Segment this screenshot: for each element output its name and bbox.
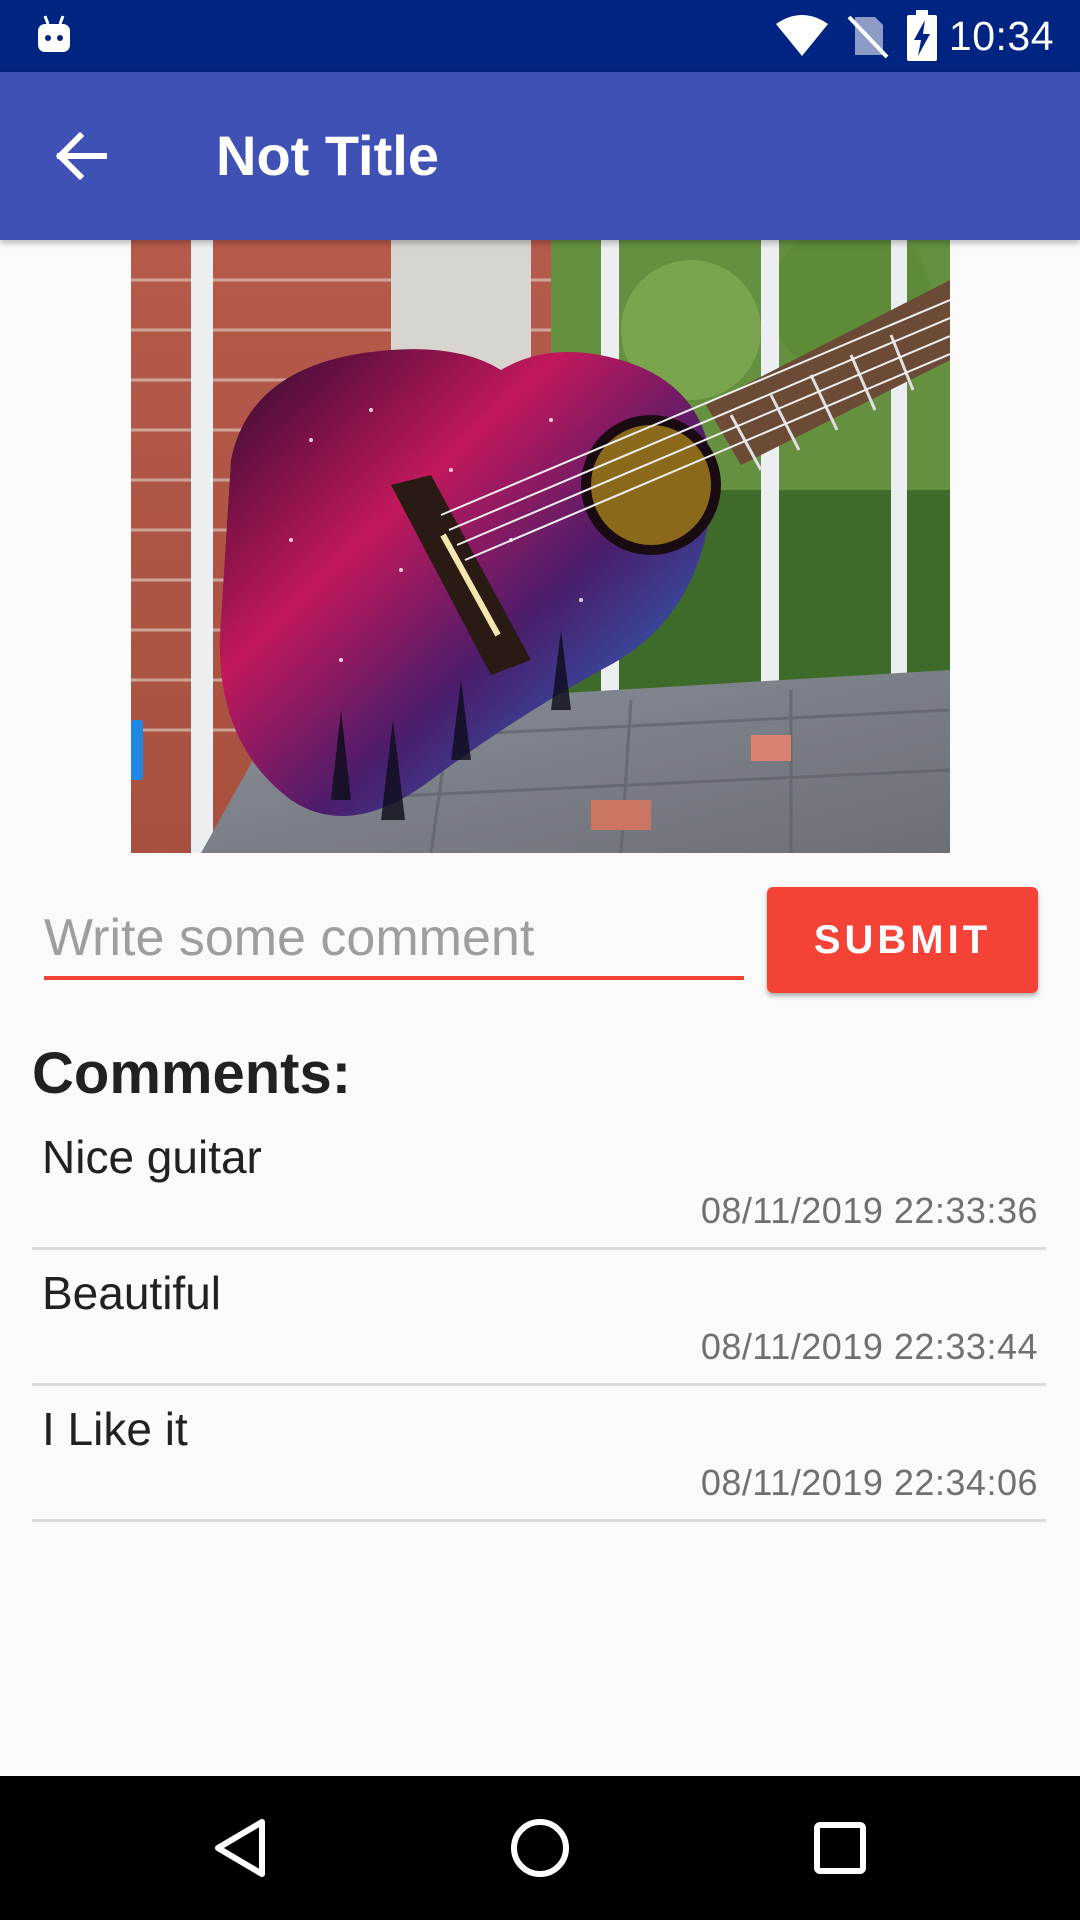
android-debug-icon — [38, 15, 70, 52]
submit-button[interactable]: SUBMIT — [767, 887, 1038, 993]
nav-back-button[interactable] — [190, 1798, 290, 1898]
post-image — [131, 240, 950, 853]
no-sim-icon — [847, 15, 889, 59]
comment-list-item: I Like it 08/11/2019 22:34:06 — [32, 1386, 1046, 1522]
arrow-back-icon — [56, 132, 107, 180]
comment-timestamp: 08/11/2019 22:34:06 — [700, 1462, 1038, 1503]
battery-charging-icon — [906, 10, 937, 61]
back-triangle-icon — [215, 1819, 265, 1877]
status-clock: 10:34 — [948, 12, 1054, 59]
app-toolbar: Not Title — [0, 72, 1080, 240]
back-button[interactable] — [28, 102, 136, 210]
comment-timestamp: 08/11/2019 22:33:36 — [700, 1190, 1038, 1231]
comment-list: Nice guitar 08/11/2019 22:33:36 Beautifu… — [32, 1114, 1046, 1522]
page-title: Not Title — [216, 124, 439, 187]
comment-list-item: Beautiful 08/11/2019 22:33:44 — [32, 1250, 1046, 1386]
comment-input[interactable] — [44, 900, 744, 980]
wifi-icon — [775, 15, 828, 56]
comment-timestamp: 08/11/2019 22:33:44 — [700, 1326, 1038, 1367]
status-bar: 10:34 — [0, 0, 1080, 72]
comment-text: Beautiful — [42, 1267, 222, 1319]
nav-home-button[interactable] — [490, 1798, 590, 1898]
comment-text: I Like it — [42, 1403, 188, 1455]
comments-heading: Comments: — [32, 1041, 352, 1106]
nav-recents-button[interactable] — [790, 1798, 890, 1898]
home-circle-icon — [511, 1819, 569, 1877]
system-nav-bar — [0, 1776, 1080, 1920]
comment-list-item: Nice guitar 08/11/2019 22:33:36 — [32, 1114, 1046, 1250]
comment-text: Nice guitar — [42, 1131, 262, 1183]
status-icons: 10:34 — [775, 0, 1054, 72]
recents-square-icon — [814, 1822, 866, 1874]
